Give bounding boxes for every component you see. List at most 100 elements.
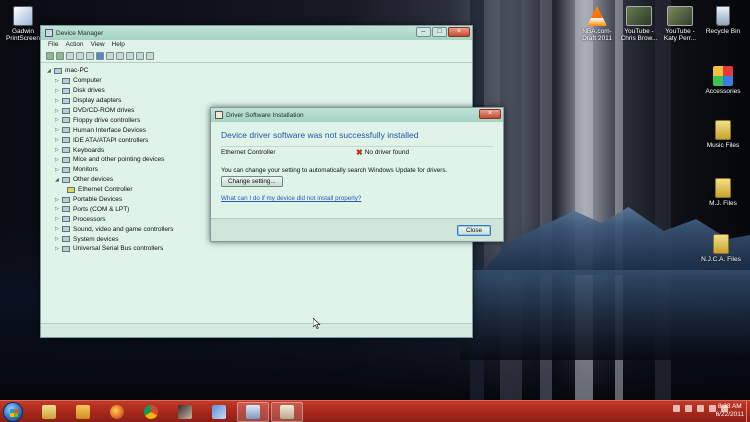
help-icon[interactable] [96,52,104,60]
close-button[interactable]: × [448,27,470,37]
tree-item-portable-devices[interactable]: ▷ Portable Devices [55,195,173,205]
tree-item-keyboards[interactable]: ▷ Keyboards [55,145,173,155]
driver-installation-dialog[interactable]: Driver Software Installation × Device dr… [210,107,504,242]
taskbar-device-manager[interactable] [237,402,269,422]
details-view-icon[interactable] [106,52,114,60]
taskbar-clock[interactable]: 8:33 AM 6/22/2011 [716,403,744,419]
expand-icon[interactable]: ▷ [55,167,62,173]
desktop-icon-mj-files[interactable]: M.J. Files [700,178,746,207]
tree-root[interactable]: ◢ mac-PC [47,66,173,76]
back-arrow-icon[interactable] [46,52,54,60]
icon-label: M.J. Files [709,200,737,207]
maximize-button[interactable]: □ [432,27,447,37]
minimize-button[interactable]: – [416,27,431,37]
expand-icon[interactable]: ▷ [55,197,62,203]
tree-item-usb-controllers[interactable]: ▷ Universal Serial Bus controllers [55,244,173,254]
flag-icon[interactable] [685,405,692,412]
change-setting-button[interactable]: Change setting... [221,176,283,187]
tree-item-ethernet-controller[interactable]: Ethernet Controller [55,185,173,195]
taskbar-firefox[interactable] [101,402,133,422]
help-link[interactable]: What can I do if my device did not insta… [221,195,361,202]
expand-icon[interactable]: ▷ [55,78,62,84]
tree-item-monitors[interactable]: ▷ Monitors [55,165,173,175]
expand-icon[interactable]: ▷ [55,137,62,143]
device-status-row: Ethernet Controller ✖ No driver found [221,146,493,158]
tree-item-sound-controllers[interactable]: ▷ Sound, video and game controllers [55,224,173,234]
show-hide-tree-icon[interactable] [66,52,74,60]
clock-date: 6/22/2011 [715,411,744,418]
expand-icon[interactable]: ▷ [55,216,62,222]
tree-item-processors[interactable]: ▷ Processors [55,214,173,224]
computer-icon [62,77,70,84]
dialog-titlebar[interactable]: Driver Software Installation [211,108,503,122]
tree-item-computer[interactable]: ▷ Computer [55,76,173,86]
list-view-icon[interactable] [86,52,94,60]
menu-help[interactable]: Help [112,40,125,50]
collapse-icon[interactable]: ◢ [55,177,62,183]
uninstall-icon[interactable] [136,52,144,60]
expand-icon[interactable]: ▷ [55,117,62,123]
sound-icon [62,226,70,233]
taskbar-media-player[interactable] [67,402,99,422]
show-desktop-button[interactable] [746,401,750,422]
expand-icon[interactable]: ▷ [55,98,62,104]
dialog-close-icon-button[interactable]: × [479,109,501,119]
desktop-icon-youtube-chris[interactable]: YouTube - Chris Brow... [616,6,662,42]
tree-item-disk-drives[interactable]: ▷ Disk drives [55,86,173,96]
expand-icon[interactable]: ▷ [55,226,62,232]
show-hidden-icons-icon[interactable] [673,405,680,412]
forward-arrow-icon[interactable] [56,52,64,60]
tree-item-dvd-drives[interactable]: ▷ DVD/CD-ROM drives [55,106,173,116]
expand-icon[interactable]: ▷ [55,157,62,163]
tree-label: Computer [73,77,102,85]
taskbar-chrome[interactable] [135,402,167,422]
expand-icon[interactable]: ▷ [55,236,62,242]
collapse-icon[interactable]: ◢ [47,68,54,74]
tree-item-system-devices[interactable]: ▷ System devices [55,234,173,244]
ide-controller-icon [62,137,70,144]
expand-icon[interactable]: ▷ [55,206,62,212]
desktop-icon-recycle-bin[interactable]: Recycle Bin [700,6,746,35]
expand-icon[interactable]: ▷ [55,246,62,252]
start-button[interactable] [3,402,23,422]
icon-label: NBA.com- [582,28,612,35]
tree-item-ports[interactable]: ▷ Ports (COM & LPT) [55,204,173,214]
taskbar-driver-installation[interactable] [271,402,303,422]
menu-file[interactable]: File [48,40,58,50]
desktop-icon-nba[interactable]: NBA.com- Draft 2011 [574,6,620,42]
tree-item-hid[interactable]: ▷ Human Interface Devices [55,125,173,135]
tree-item-ide-controllers[interactable]: ▷ IDE ATA/ATAPI controllers [55,135,173,145]
tree-item-display-adapters[interactable]: ▷ Display adapters [55,96,173,106]
desktop-icon-music-files[interactable]: Music Files [700,120,746,149]
update-driver-icon[interactable] [126,52,134,60]
monitor-icon [62,166,70,173]
tree-label: Disk drives [73,87,105,95]
icon-label: Chris Brow... [620,35,658,42]
disable-device-icon[interactable] [146,52,154,60]
properties-icon[interactable] [76,52,84,60]
icon-label: YouTube - [624,28,654,35]
expand-icon[interactable]: ▷ [55,88,62,94]
taskbar-explorer[interactable] [33,402,65,422]
close-dialog-button[interactable]: Close [457,225,491,236]
folder-icon [42,405,56,419]
device-manager-titlebar[interactable]: Device Manager [41,26,472,40]
portable-device-icon [62,196,70,203]
taskbar-app[interactable] [169,402,201,422]
icon-label: Draft 2011 [582,35,612,42]
expand-icon[interactable]: ▷ [55,147,62,153]
tree-item-floppy-controllers[interactable]: ▷ Floppy drive controllers [55,115,173,125]
desktop-icon-accessories[interactable]: Accessories [700,66,746,95]
mouse-icon [62,156,70,163]
expand-icon[interactable]: ▷ [55,108,62,114]
menu-action[interactable]: Action [65,40,83,50]
tree-item-mice[interactable]: ▷ Mice and other pointing devices [55,155,173,165]
scan-hardware-icon[interactable] [116,52,124,60]
desktop-icon-njca-files[interactable]: N.J.C.A. Files [696,234,746,263]
power-icon[interactable] [697,405,704,412]
expand-icon[interactable]: ▷ [55,127,62,133]
desktop-icon-youtube-katy[interactable]: YouTube - Katy Perr... [657,6,703,42]
tree-item-other-devices[interactable]: ◢ Other devices [55,175,173,185]
taskbar-network[interactable] [203,402,235,422]
menu-view[interactable]: View [91,40,105,50]
